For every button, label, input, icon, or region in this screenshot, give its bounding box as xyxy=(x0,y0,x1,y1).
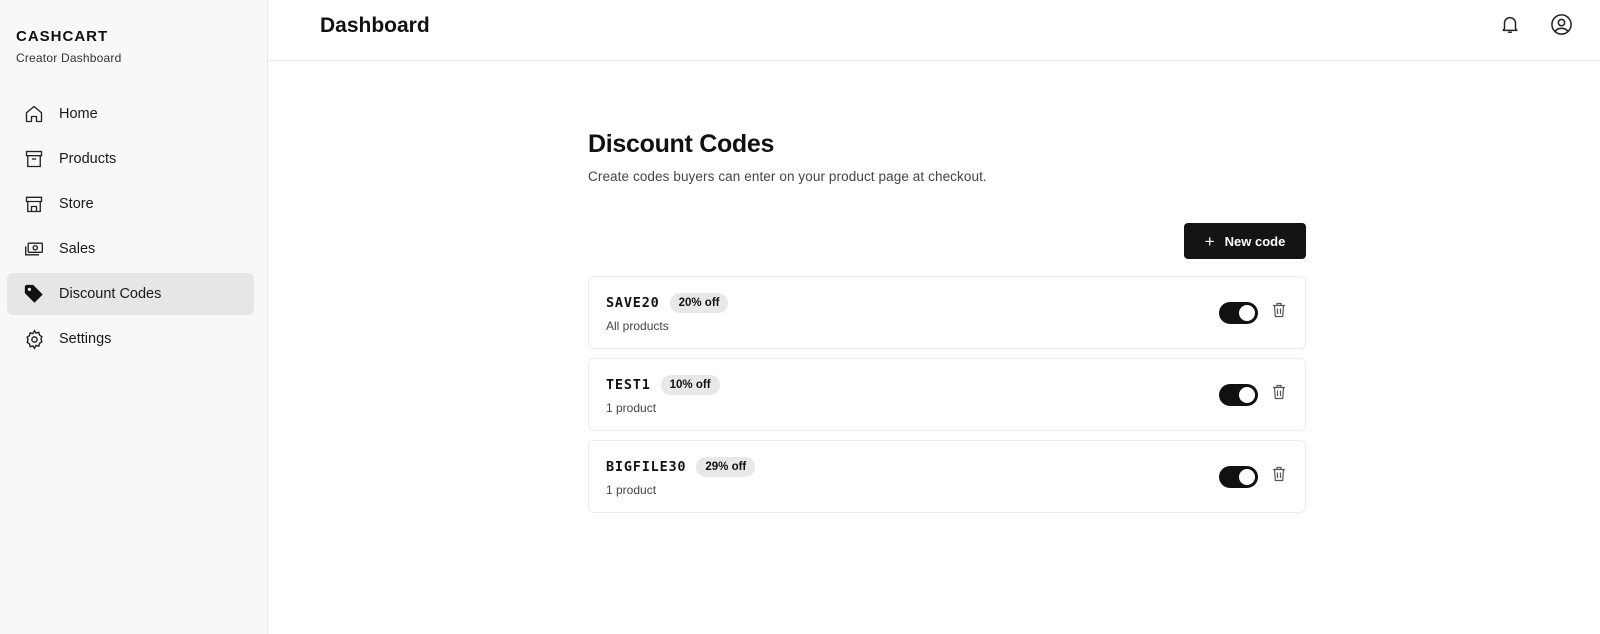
sidebar-item-settings[interactable]: Settings xyxy=(7,318,254,360)
top-header: Dashboard xyxy=(268,0,1600,61)
code-scope: All products xyxy=(606,319,669,333)
sidebar-item-discount-codes[interactable]: Discount Codes xyxy=(7,273,254,315)
plus-icon: + xyxy=(1204,231,1215,251)
discount-badge: 10% off xyxy=(660,375,720,395)
code-enabled-toggle[interactable] xyxy=(1219,302,1258,324)
trash-icon[interactable] xyxy=(1271,383,1287,401)
discount-badge: 20% off xyxy=(669,293,729,313)
discount-code-list: SAVE20 20% off All products TEST1 10% of… xyxy=(588,276,1306,522)
discount-code-card: BIGFILE30 29% off 1 product xyxy=(588,440,1306,513)
bell-icon[interactable] xyxy=(1497,11,1523,37)
code-enabled-toggle[interactable] xyxy=(1219,384,1258,406)
new-code-button[interactable]: + New code xyxy=(1184,223,1306,259)
toggle-knob xyxy=(1239,469,1255,485)
brand-name: CASHCART xyxy=(16,28,109,45)
sidebar-item-label: Discount Codes xyxy=(59,286,162,302)
sidebar-item-store[interactable]: Store xyxy=(7,183,254,225)
gear-icon xyxy=(23,328,45,350)
sidebar-item-home[interactable]: Home xyxy=(7,93,254,135)
discount-code-card: TEST1 10% off 1 product xyxy=(588,358,1306,431)
cash-icon xyxy=(23,238,45,260)
toggle-knob xyxy=(1239,305,1255,321)
main-content: Discount Codes Create codes buyers can e… xyxy=(588,130,1306,513)
trash-icon[interactable] xyxy=(1271,465,1287,483)
page-title: Dashboard xyxy=(320,14,430,37)
discount-badge: 29% off xyxy=(696,457,756,477)
user-circle-icon[interactable] xyxy=(1548,11,1574,37)
sidebar-item-label: Sales xyxy=(59,241,96,257)
sidebar-item-label: Products xyxy=(59,151,117,167)
brand: CASHCART Creator Dashboard xyxy=(16,28,121,65)
code-scope: 1 product xyxy=(606,483,657,497)
code-name: TEST1 xyxy=(606,377,651,393)
sidebar-item-sales[interactable]: Sales xyxy=(7,228,254,270)
sidebar-item-label: Home xyxy=(59,106,98,122)
storefront-icon xyxy=(23,193,45,215)
tag-icon xyxy=(23,283,45,305)
sidebar-nav: Home Products Store Sales Discount Codes xyxy=(7,93,254,363)
new-code-button-label: New code xyxy=(1224,233,1286,249)
sidebar-item-label: Settings xyxy=(59,331,112,347)
sidebar-item-products[interactable]: Products xyxy=(7,138,254,180)
trash-icon[interactable] xyxy=(1271,301,1287,319)
archive-box-icon xyxy=(23,148,45,170)
sidebar: CASHCART Creator Dashboard Home Products… xyxy=(0,0,268,634)
toggle-knob xyxy=(1239,387,1255,403)
code-name: BIGFILE30 xyxy=(606,459,687,475)
code-scope: 1 product xyxy=(606,401,657,415)
code-name: SAVE20 xyxy=(606,295,660,311)
home-icon xyxy=(23,103,45,125)
section-title: Discount Codes xyxy=(588,130,775,158)
sidebar-item-label: Store xyxy=(59,196,94,212)
brand-subtitle: Creator Dashboard xyxy=(16,51,122,65)
code-enabled-toggle[interactable] xyxy=(1219,466,1258,488)
discount-code-card: SAVE20 20% off All products xyxy=(588,276,1306,349)
section-description: Create codes buyers can enter on your pr… xyxy=(588,169,987,184)
